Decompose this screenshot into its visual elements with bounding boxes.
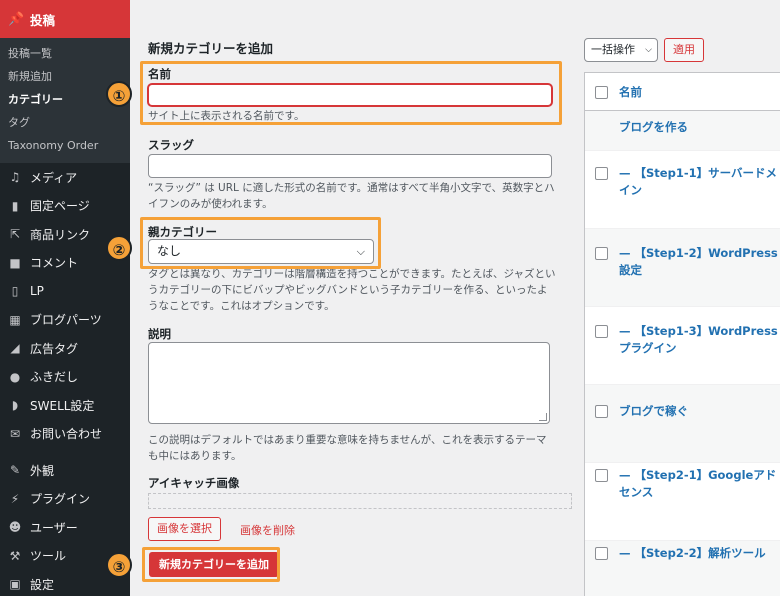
highlight-box-submit: [142, 547, 280, 582]
table-row: — 【Step2-1】Googleアドセンス: [585, 463, 780, 541]
brush-icon: ✎: [9, 463, 21, 478]
category-link[interactable]: ブログを作る: [619, 119, 779, 136]
sidebar-item-label: プラグイン: [30, 492, 91, 507]
submenu-item-all-posts[interactable]: 投稿一覧: [0, 42, 130, 65]
remove-image-link[interactable]: 画像を削除: [240, 522, 295, 538]
category-link[interactable]: — 【Step1-3】WordPressプラグイン: [619, 323, 779, 357]
form-title: 新規カテゴリーを追加: [148, 41, 274, 56]
comment-icon: ■: [9, 255, 21, 270]
description-help: この説明はデフォルトではあまり重要な意味を持ちませんが、これを表示するテーマも中…: [148, 434, 547, 462]
sidebar-item-posts[interactable]: 📌 投稿: [0, 0, 130, 38]
column-header-name[interactable]: 名前: [619, 84, 642, 100]
description-textarea[interactable]: [148, 342, 550, 424]
sidebar-item-ad-tags[interactable]: ◢ 広告タグ: [0, 334, 130, 363]
sidebar-item-label: 外観: [30, 463, 55, 478]
wrench-icon: ⚒: [9, 548, 21, 563]
slug-help: “スラッグ” は URL に適した形式の名前です。通常はすべて半角小文字で、英数…: [148, 182, 555, 210]
select-all-checkbox[interactable]: [595, 86, 608, 99]
table-header: 名前: [585, 73, 780, 111]
sidebar-item-label: 広告タグ: [30, 341, 79, 356]
blocks-icon: ▦: [9, 312, 21, 327]
megaphone-icon: ◢: [10, 341, 20, 356]
table-row: — 【Step1-3】WordPressプラグイン: [585, 307, 780, 385]
featured-image-label: アイキャッチ画像: [148, 476, 240, 490]
step-marker-1: ①: [106, 81, 132, 107]
sidebar-item-users[interactable]: ☻ ユーザー: [0, 513, 130, 542]
apply-button[interactable]: 適用: [664, 38, 704, 62]
sidebar-item-label: メディア: [30, 170, 78, 185]
sidebar-item-pages[interactable]: ▮ 固定ページ: [0, 192, 130, 221]
slug-input[interactable]: [148, 154, 552, 178]
row-checkbox[interactable]: [595, 547, 608, 560]
sidebar-item-label: 商品リンク: [30, 227, 91, 242]
sidebar-item-label: 投稿: [30, 12, 56, 28]
category-link[interactable]: ブログで稼ぐ: [619, 403, 779, 420]
media-icon: ♫: [9, 170, 21, 185]
select-image-button[interactable]: 画像を選択: [148, 517, 221, 541]
sidebar-item-label: SWELL設定: [30, 398, 95, 413]
description-label: 説明: [148, 327, 171, 341]
category-link[interactable]: — 【Step1-2】WordPress設定: [619, 245, 779, 279]
sidebar-item-lp[interactable]: ▯ LP: [0, 277, 130, 306]
external-link-icon: ⇱: [9, 227, 21, 242]
sidebar-item-balloon[interactable]: ● ふきだし: [0, 363, 130, 392]
sidebar-item-label: LP: [30, 284, 44, 299]
row-checkbox[interactable]: [595, 247, 608, 260]
row-checkbox[interactable]: [595, 167, 608, 180]
sidebar-item-label: ブログパーツ: [30, 313, 102, 328]
submenu-item-tags[interactable]: タグ: [0, 111, 130, 134]
sidebar-item-swell-settings[interactable]: ◗ SWELL設定: [0, 391, 130, 420]
category-link[interactable]: — 【Step1-1】サーバードメイン: [619, 165, 779, 199]
bulk-action-value: 一括操作: [591, 43, 635, 56]
swell-icon: ◗: [11, 398, 19, 413]
category-table: 名前 ブログを作る — 【Step1-1】サーバードメイン — 【Step1-2…: [584, 72, 780, 596]
category-link[interactable]: — 【Step2-1】Googleアドセンス: [619, 467, 779, 501]
sidebar-item-label: 固定ページ: [30, 199, 90, 214]
document-icon: ▯: [11, 284, 19, 299]
category-list-panel: 一括操作 ⌵ 適用 名前 ブログを作る — 【Step1-1】サーバードメイン …: [580, 0, 780, 596]
sidebar-item-label: ふきだし: [30, 370, 79, 385]
image-drop-area: [148, 493, 572, 509]
chevron-down-icon: ⌵: [645, 45, 652, 55]
step-marker-3: ③: [106, 552, 132, 578]
table-row: — 【Step2-2】解析ツール: [585, 541, 780, 596]
highlight-box-parent: [140, 217, 381, 269]
settings-icon: ▣: [9, 577, 21, 592]
sidebar-item-contact[interactable]: ✉ お問い合わせ: [0, 420, 130, 449]
sidebar-item-label: お問い合わせ: [30, 427, 103, 442]
bulk-action-select[interactable]: 一括操作 ⌵: [584, 38, 658, 62]
sidebar-item-label: ユーザー: [30, 520, 78, 535]
user-icon: ☻: [8, 520, 22, 535]
pin-icon: 📌: [8, 11, 25, 27]
sidebar-item-label: ツール: [30, 549, 67, 564]
speech-bubble-icon: ●: [9, 369, 21, 384]
table-row: ブログで稼ぐ: [585, 385, 780, 463]
table-row: — 【Step1-2】WordPress設定: [585, 229, 780, 307]
sidebar-item-plugins[interactable]: ⚡ プラグイン: [0, 485, 130, 514]
sidebar-item-label: 設定: [30, 577, 55, 592]
table-row: ブログを作る: [585, 111, 780, 151]
menu-separator: [0, 448, 130, 456]
slug-label: スラッグ: [148, 138, 194, 152]
sidebar-item-appearance[interactable]: ✎ 外観: [0, 456, 130, 485]
row-checkbox[interactable]: [595, 469, 608, 482]
row-checkbox[interactable]: [595, 325, 608, 338]
category-link[interactable]: — 【Step2-2】解析ツール: [619, 545, 779, 562]
submenu-item-taxonomy-order[interactable]: Taxonomy Order: [0, 134, 130, 157]
parent-category-help: タグとは異なり、カテゴリーは階層構造を持つことができます。たとえば、ジャズという…: [148, 268, 556, 312]
sidebar-item-label: コメント: [30, 256, 79, 271]
step-marker-2: ②: [106, 235, 132, 261]
table-row: — 【Step1-1】サーバードメイン: [585, 151, 780, 229]
row-checkbox[interactable]: [595, 405, 608, 418]
plugin-icon: ⚡: [10, 491, 20, 506]
mail-icon: ✉: [9, 426, 21, 441]
page-icon: ▮: [11, 198, 19, 213]
sidebar-item-blog-parts[interactable]: ▦ ブログパーツ: [0, 306, 130, 335]
resize-handle-icon[interactable]: [539, 413, 547, 421]
highlight-box-name: [140, 61, 562, 125]
sidebar-item-media[interactable]: ♫ メディア: [0, 163, 130, 192]
